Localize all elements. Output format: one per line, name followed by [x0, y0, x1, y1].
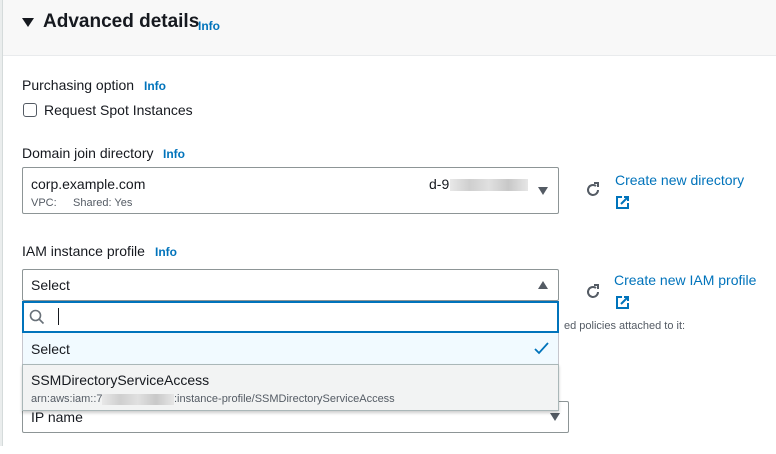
caret-up-icon — [538, 281, 548, 289]
iam-dropdown: Select SSMDirectoryServiceAccess arn:aws… — [22, 301, 559, 454]
iam-value: Select — [31, 277, 70, 293]
create-directory-link[interactable]: Create new directory — [615, 172, 744, 188]
option-label: Select — [31, 341, 70, 357]
caret-down-icon — [538, 187, 548, 195]
search-icon — [29, 309, 45, 325]
external-link-icon[interactable] — [616, 296, 629, 309]
section-title: Advanced details — [43, 11, 200, 32]
domain-label: Domain join directory — [22, 145, 154, 161]
checkmark-icon — [534, 342, 549, 355]
vpc-label: VPC: — [31, 197, 57, 209]
info-link[interactable]: Info — [198, 19, 220, 33]
create-iam-profile-link[interactable]: Create new IAM profile — [614, 272, 756, 288]
domain-id: d-9 — [429, 176, 450, 192]
purchasing-info-link[interactable]: Info — [144, 79, 166, 93]
left-border — [0, 0, 3, 446]
domain-value: corp.example.com — [31, 176, 146, 192]
option-label: SSMDirectoryServiceAccess — [31, 372, 210, 388]
redacted-account — [102, 394, 174, 405]
arn-prefix: arn:aws:iam::7 — [31, 393, 103, 405]
refresh-icon[interactable] — [584, 283, 602, 301]
shared-label: Shared: Yes — [73, 197, 133, 209]
iam-search-input[interactable] — [22, 301, 559, 333]
iam-info-link[interactable]: Info — [155, 245, 177, 259]
external-link-icon[interactable] — [616, 196, 629, 209]
caret-down-icon[interactable] — [22, 18, 34, 27]
text-cursor — [58, 308, 59, 325]
redacted-id — [450, 179, 528, 191]
arn-suffix: :instance-profile/SSMDirectoryServiceAcc… — [174, 393, 395, 405]
obscured-description: ed policies attached to it: — [564, 320, 686, 332]
iam-label: IAM instance profile — [22, 243, 145, 259]
spot-checkbox[interactable] — [23, 103, 37, 117]
purchasing-label: Purchasing option — [22, 77, 135, 93]
option-select[interactable] — [22, 333, 559, 364]
spot-label[interactable]: Request Spot Instances — [44, 102, 193, 118]
refresh-icon[interactable] — [584, 181, 602, 199]
iam-select[interactable] — [22, 269, 559, 301]
domain-info-link[interactable]: Info — [163, 147, 185, 161]
